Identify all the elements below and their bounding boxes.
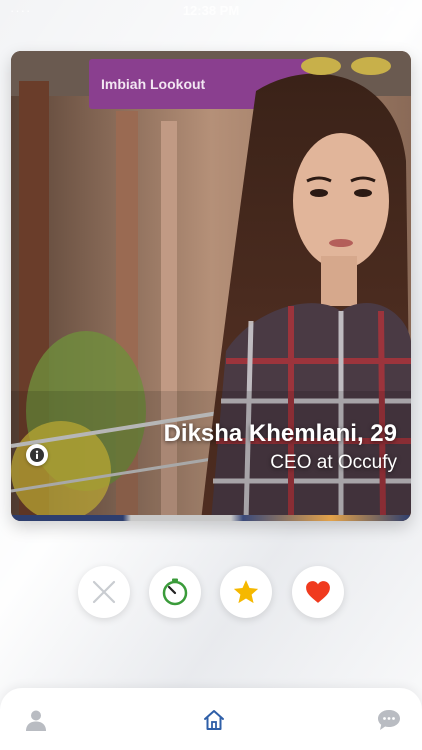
- card-photo-strip: [11, 515, 411, 521]
- status-time: 12:38 PM: [182, 3, 240, 18]
- home-icon: [204, 710, 224, 730]
- timer-icon: [162, 578, 188, 606]
- bottom-tab-bar: [0, 688, 422, 750]
- chat-icon: [378, 710, 400, 730]
- profile-name: Diksha Khemlani, 29: [163, 420, 397, 447]
- tab-home[interactable]: [200, 706, 228, 734]
- profile-title: CEO at Occufy: [270, 452, 397, 473]
- status-right-icons: ↗ ▬: [384, 3, 412, 18]
- close-icon: [92, 580, 116, 604]
- user-icon: [26, 710, 46, 731]
- tab-chat[interactable]: [375, 706, 403, 734]
- like-button[interactable]: [292, 566, 344, 618]
- status-bar: ···· 12:38 PM ↗ ▬: [0, 0, 422, 22]
- info-icon[interactable]: [26, 444, 48, 466]
- super-like-button[interactable]: [220, 566, 272, 618]
- dislike-button[interactable]: [78, 566, 130, 618]
- heart-icon: [306, 581, 330, 603]
- star-icon: [233, 580, 259, 604]
- profile-photo: Imbiah Lookout ←: [11, 51, 411, 521]
- tab-profile[interactable]: [22, 706, 50, 734]
- boost-timer-button[interactable]: [149, 566, 201, 618]
- sign-text: Imbiah Lookout: [101, 76, 206, 92]
- profile-card[interactable]: Imbiah Lookout ←: [11, 51, 411, 521]
